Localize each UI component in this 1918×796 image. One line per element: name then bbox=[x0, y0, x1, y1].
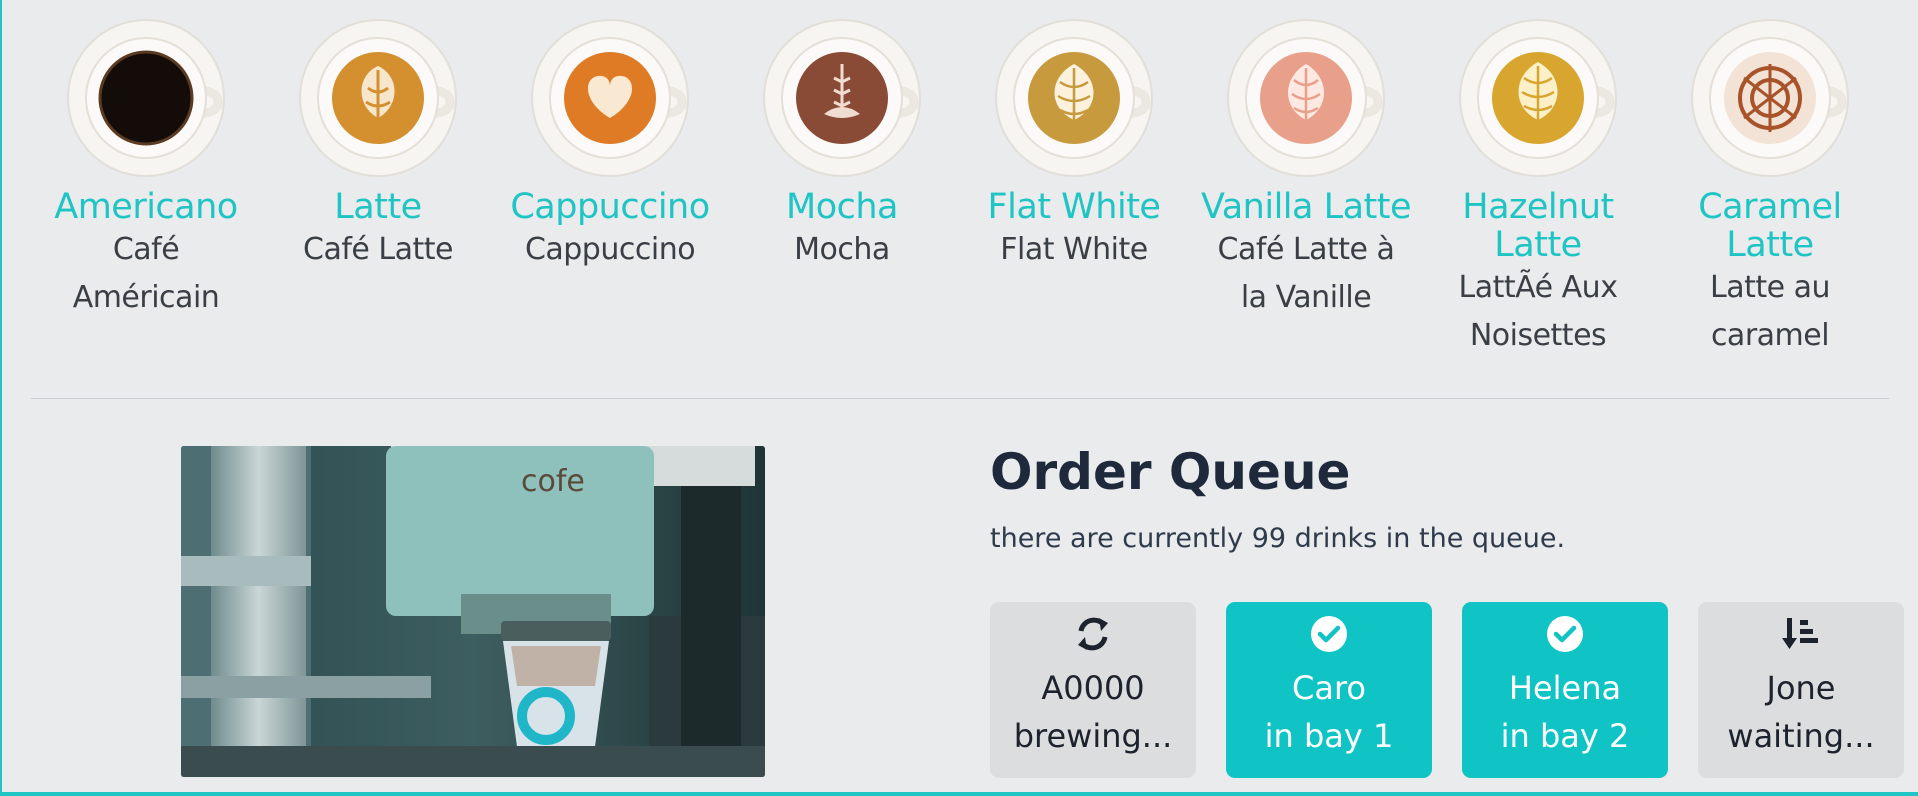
drink-subtitle: Latte au caramel bbox=[1654, 264, 1886, 360]
drink-subtitle-line: Flat White bbox=[1000, 232, 1148, 267]
sort-amount-down-icon bbox=[1698, 612, 1904, 656]
americano-cup-icon bbox=[66, 18, 226, 178]
cappuccino-cup-icon bbox=[530, 18, 690, 178]
order-name: A0000 bbox=[1041, 669, 1145, 707]
drink-name: Mocha bbox=[786, 187, 899, 227]
refresh-icon bbox=[990, 612, 1196, 656]
order-tile-waiting[interactable]: Jone waiting... bbox=[1698, 602, 1904, 778]
drink-subtitle-line: Américain bbox=[72, 280, 220, 315]
drink-name: Americano bbox=[54, 187, 238, 227]
drink-item-mocha[interactable]: Mocha Mocha bbox=[726, 18, 958, 274]
drink-subtitle-line: caramel bbox=[1710, 318, 1830, 353]
drink-subtitle: Café Latte à la Vanille bbox=[1190, 226, 1422, 322]
drink-name: Caramel Latte bbox=[1654, 188, 1886, 264]
drink-name: Flat White bbox=[987, 187, 1161, 227]
drink-subtitle-line: Latte au bbox=[1709, 270, 1831, 305]
drink-item-americano[interactable]: Americano Café Américain bbox=[30, 18, 262, 322]
order-queue-title: Order Queue bbox=[990, 443, 1351, 501]
drink-name: Vanilla Latte bbox=[1200, 187, 1412, 227]
drink-item-hazelnut-latte[interactable]: Hazelnut Latte LattÃé Aux Noisettes bbox=[1422, 18, 1654, 360]
order-name: Jone bbox=[1766, 669, 1836, 707]
machine-camera-feed: cofe bbox=[181, 446, 765, 777]
drink-menu: Americano Café Américain Latte Café Latt… bbox=[30, 18, 1888, 378]
section-divider bbox=[31, 398, 1889, 399]
drink-subtitle: Café Latte bbox=[262, 226, 494, 274]
drink-subtitle-line: Cappuccino bbox=[524, 232, 696, 267]
camera-brand-text: cofe bbox=[521, 464, 585, 499]
drink-subtitle: Cappuccino bbox=[494, 226, 726, 274]
flat-white-cup-icon bbox=[994, 18, 1154, 178]
order-status: in bay 2 bbox=[1500, 717, 1630, 755]
latte-cup-icon bbox=[298, 18, 458, 178]
drink-subtitle-line: Café Latte à bbox=[1217, 232, 1395, 267]
order-queue: Order Queue there are currently 99 drink… bbox=[990, 440, 1910, 778]
order-tile-brewing[interactable]: A0000 brewing... bbox=[990, 602, 1196, 778]
drink-subtitle: Mocha bbox=[726, 226, 958, 274]
drink-subtitle-line: Café bbox=[112, 232, 180, 267]
vanilla-latte-cup-icon bbox=[1226, 18, 1386, 178]
order-tile-ready[interactable]: Helena in bay 2 bbox=[1462, 602, 1668, 778]
drink-subtitle-line: Café Latte bbox=[303, 232, 453, 267]
caramel-latte-cup-icon bbox=[1690, 18, 1850, 178]
drink-name: Hazelnut Latte bbox=[1422, 188, 1654, 264]
drink-name-line: Latte bbox=[1494, 225, 1582, 265]
drink-subtitle-line: la Vanille bbox=[1240, 280, 1372, 315]
drink-item-latte[interactable]: Latte Café Latte bbox=[262, 18, 494, 274]
drink-name-line: Latte bbox=[1726, 225, 1814, 265]
order-name: Caro bbox=[1292, 669, 1366, 707]
drink-item-cappuccino[interactable]: Cappuccino Cappuccino bbox=[494, 18, 726, 274]
drink-subtitle: Flat White bbox=[958, 226, 1190, 274]
check-circle-icon bbox=[1462, 612, 1668, 656]
window-bottom-border bbox=[0, 792, 1918, 796]
order-status: in bay 1 bbox=[1264, 717, 1394, 755]
drink-item-flat-white[interactable]: Flat White Flat White bbox=[958, 18, 1190, 274]
window-left-border bbox=[0, 0, 2, 796]
drink-name: Cappuccino bbox=[510, 187, 710, 227]
drink-item-caramel-latte[interactable]: Caramel Latte Latte au caramel bbox=[1654, 18, 1886, 360]
drink-subtitle: LattÃé Aux Noisettes bbox=[1422, 264, 1654, 360]
drink-item-vanilla-latte[interactable]: Vanilla Latte Café Latte à la Vanille bbox=[1190, 18, 1422, 322]
drink-name-line: Hazelnut bbox=[1462, 187, 1614, 227]
queue-count-text: there are currently 99 drinks in the que… bbox=[990, 523, 1566, 554]
drink-subtitle-line: LattÃé Aux bbox=[1458, 270, 1618, 305]
order-status: waiting... bbox=[1727, 717, 1875, 755]
drink-subtitle-line: Mocha bbox=[794, 232, 890, 267]
drink-name-line: Caramel bbox=[1698, 187, 1842, 227]
order-name: Helena bbox=[1508, 669, 1622, 707]
order-tile-ready[interactable]: Caro in bay 1 bbox=[1226, 602, 1432, 778]
hazelnut-latte-cup-icon bbox=[1458, 18, 1618, 178]
mocha-cup-icon bbox=[762, 18, 922, 178]
drink-subtitle-line: Noisettes bbox=[1469, 318, 1607, 353]
check-circle-icon bbox=[1226, 612, 1432, 656]
drink-name: Latte bbox=[334, 187, 422, 227]
order-status: brewing... bbox=[1013, 717, 1173, 755]
drink-subtitle: Café Américain bbox=[30, 226, 262, 322]
